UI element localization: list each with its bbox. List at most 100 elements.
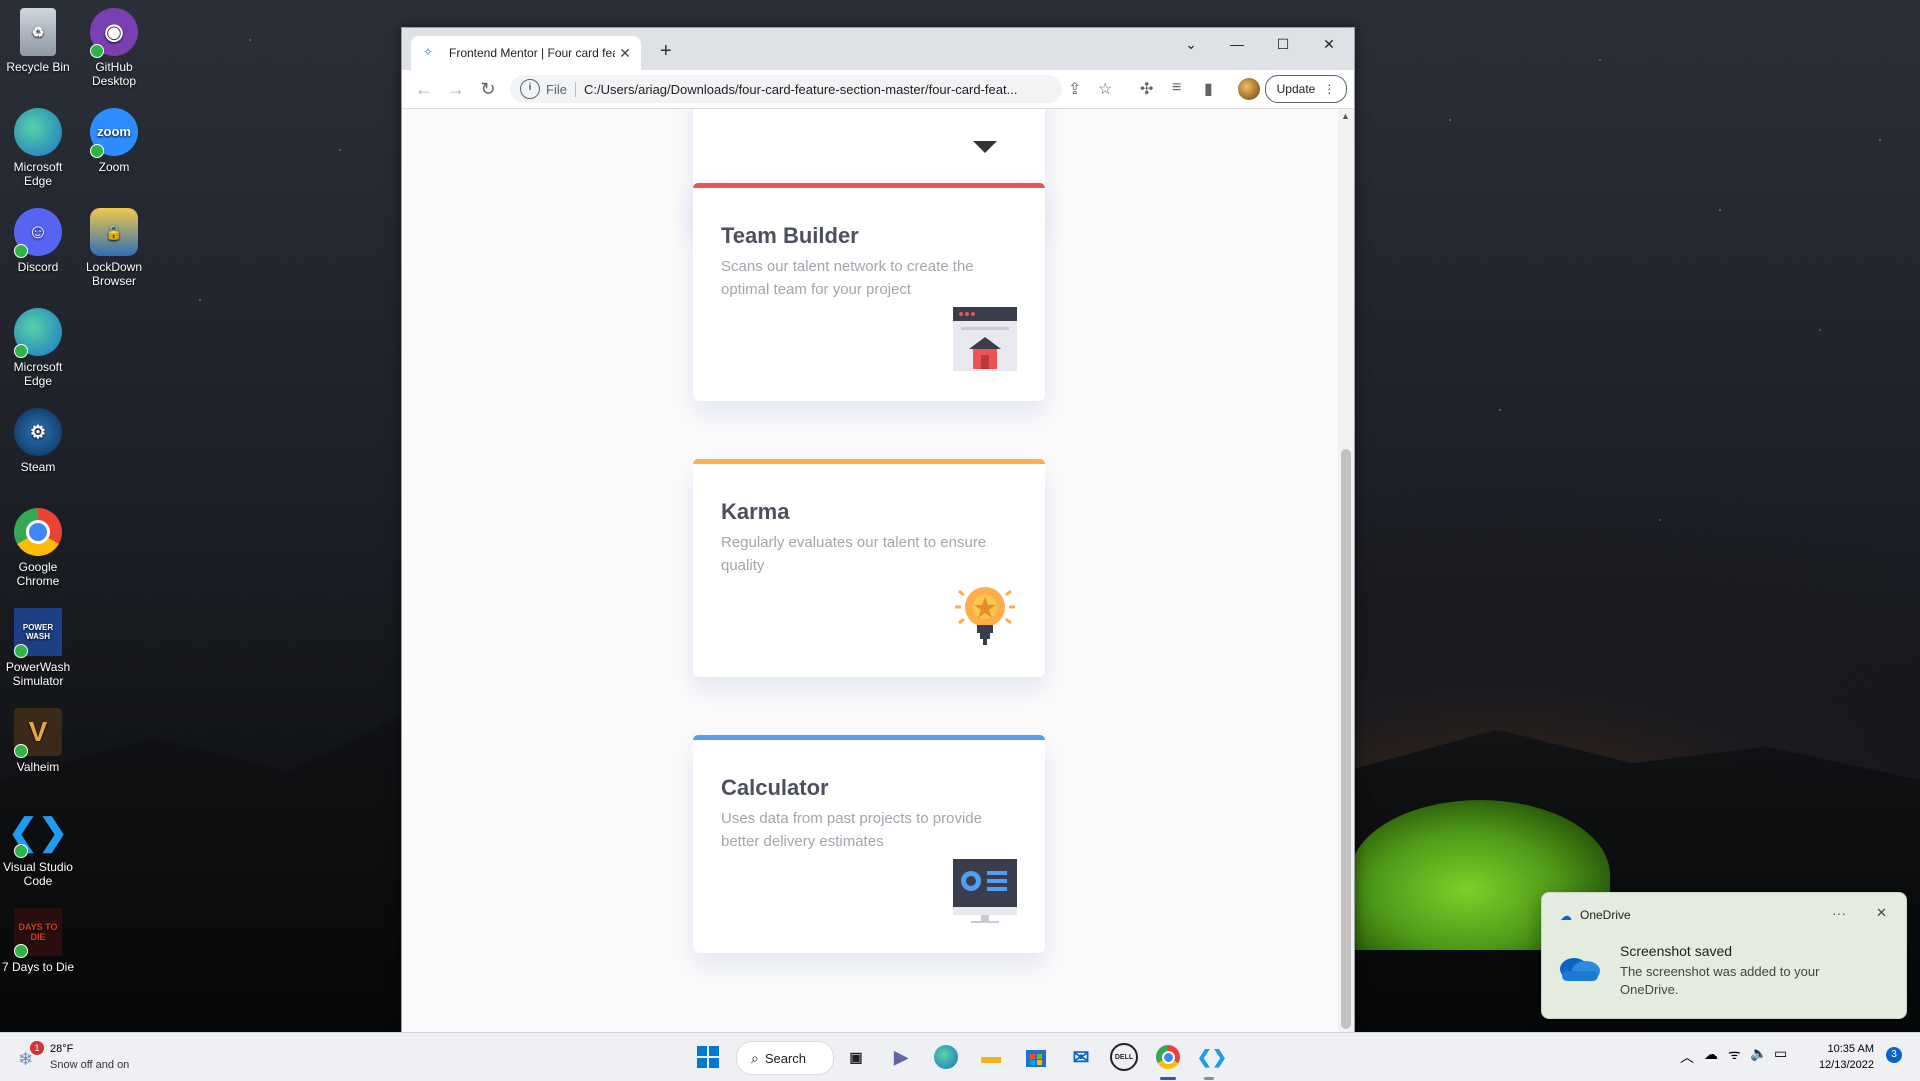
site-info-icon[interactable]: i	[520, 79, 540, 99]
browser-window: ✧ Frontend Mentor | Four card feat ✕ + ⌄…	[401, 27, 1355, 1034]
weather-badge: 1	[30, 1041, 44, 1055]
scrollbar-thumb[interactable]	[1341, 449, 1351, 1029]
feature-card-team-builder: Team Builder Scans our talent network to…	[693, 183, 1045, 401]
wifi-icon[interactable]: ᯤ	[1728, 1045, 1741, 1064]
edge-icon	[14, 108, 62, 156]
puzzle-icon[interactable]: ✣	[1140, 79, 1153, 99]
desktop-icon-label: Microsoft Edge	[13, 160, 63, 188]
onedrive-small-icon: ☁	[1560, 909, 1572, 923]
store-icon[interactable]	[1020, 1041, 1052, 1073]
sync-status-icon	[14, 944, 28, 958]
desktop-icon-zoom[interactable]: zoom Zoom	[76, 108, 152, 174]
dell-icon[interactable]: DELL	[1108, 1041, 1140, 1073]
address-bar[interactable]: i File C:/Users/ariag/Downloads/four-car…	[510, 75, 1062, 103]
media-queue-icon[interactable]: ≡	[1172, 79, 1181, 97]
desktop-icon-7-days-to-die[interactable]: DAYS TO DIE 7 Days to Die	[0, 908, 76, 974]
mail-icon[interactable]: ✉	[1065, 1041, 1097, 1073]
desktop-icon-powerwash-simulator[interactable]: POWER WASH PowerWash Simulator	[0, 608, 76, 688]
update-button[interactable]: Update ⋮	[1265, 75, 1347, 103]
toast-more-button[interactable]: ···	[1832, 905, 1846, 921]
more-menu-icon[interactable]: ⋮	[1323, 82, 1335, 96]
forward-arrow-icon[interactable]: →	[440, 79, 472, 100]
back-arrow-icon[interactable]: ←	[408, 79, 440, 100]
sync-status-icon	[14, 844, 28, 858]
weather-condition: Snow off and on	[50, 1059, 130, 1071]
toast-heading: Screenshot saved	[1620, 943, 1733, 959]
sync-status-icon	[90, 144, 104, 158]
desktop-icon-google-chrome[interactable]: Google Chrome	[0, 508, 76, 588]
desktop-icon-visual-studio-code[interactable]: ❮❯ Visual Studio Code	[0, 808, 76, 889]
team-builder-icon	[953, 307, 1017, 371]
share-icon[interactable]: ⇪	[1068, 79, 1081, 99]
desktop-icon-label: Discord	[17, 260, 59, 274]
desktop-icon-recycle-bin[interactable]: ♻ Recycle Bin	[0, 8, 76, 74]
onedrive-cloud-icon	[1560, 958, 1600, 981]
page-scrollbar[interactable]: ▲	[1338, 109, 1354, 1033]
card-description: Regularly evaluates our talent to ensure…	[721, 534, 987, 574]
chrome-taskbar-icon[interactable]	[1152, 1041, 1184, 1073]
lockdown-browser-icon: 🔒	[90, 208, 138, 256]
feature-card-karma: Karma Regularly evaluates our talent to …	[693, 459, 1045, 677]
desktop-icon-github-desktop[interactable]: ◉ GitHub Desktop	[76, 8, 152, 88]
star-icon[interactable]: ☆	[1098, 79, 1112, 99]
desktop-icon-label: Visual Studio Code	[3, 860, 73, 888]
feature-card-calculator: Calculator Uses data from past projects …	[693, 735, 1045, 953]
edge-icon[interactable]	[930, 1041, 962, 1073]
desktop-icon-valheim[interactable]: V Valheim	[0, 708, 76, 774]
vscode-taskbar-icon[interactable]: ❮❯	[1196, 1041, 1228, 1073]
tab-search-icon[interactable]: ⌄	[1168, 28, 1214, 60]
desktop-icon-microsoft-edge[interactable]: Microsoft Edge	[0, 108, 76, 188]
lightbulb-icon	[955, 587, 1015, 645]
side-panel-icon[interactable]: ▮	[1204, 79, 1213, 99]
battery-icon[interactable]: ▭	[1774, 1045, 1787, 1062]
close-window-button[interactable]: ✕	[1306, 28, 1352, 60]
maximize-button[interactable]: ☐	[1260, 28, 1306, 60]
desktop-icon-label: Microsoft Edge	[13, 360, 63, 388]
chrome-icon	[14, 508, 62, 556]
start-icon[interactable]	[692, 1041, 724, 1073]
taskbar-search[interactable]: ⌕ Search	[736, 1041, 834, 1075]
desktop-icon-label: LockDown Browser	[85, 260, 143, 288]
sync-status-icon	[14, 644, 28, 658]
profile-avatar[interactable]	[1238, 78, 1260, 100]
tab-frontend-mentor[interactable]: ✧ Frontend Mentor | Four card feat ✕	[411, 36, 641, 70]
recycle-bin-icon: ♻	[20, 8, 56, 56]
page-viewport: Team Builder Scans our talent network to…	[402, 109, 1338, 1033]
calculator-icon	[953, 859, 1017, 923]
weather-temp: 28°F	[50, 1043, 74, 1055]
update-label: Update	[1276, 82, 1316, 96]
desktop-icon-steam[interactable]: ⚙ Steam	[0, 408, 76, 474]
desktop-icon-label: Google Chrome	[16, 560, 60, 588]
clock[interactable]: 10:35 AM 12/13/2022	[1810, 1041, 1874, 1073]
desktop-icon-discord[interactable]: ☺ Discord	[0, 208, 76, 274]
minimize-button[interactable]: —	[1214, 28, 1260, 60]
card-accent-bar	[693, 735, 1045, 740]
onedrive-notification[interactable]: ☁ OneDrive ··· ✕ Screenshot saved The sc…	[1541, 892, 1907, 1019]
toast-close-icon[interactable]: ✕	[1876, 905, 1887, 921]
desktop-icon-label: PowerWash Simulator	[5, 660, 71, 688]
card-title: Karma	[721, 499, 790, 524]
sync-status-icon	[14, 344, 28, 358]
steam-icon: ⚙	[14, 408, 62, 456]
desktop-icon-label: Zoom	[98, 160, 130, 174]
card-title: Team Builder	[721, 223, 859, 248]
address-url[interactable]: C:/Users/ariag/Downloads/four-card-featu…	[584, 82, 1062, 97]
onedrive-tray-icon[interactable]: ☁	[1704, 1046, 1718, 1063]
chat-icon[interactable]: ▶	[885, 1041, 917, 1073]
card-title: Calculator	[721, 775, 829, 800]
file-explorer-icon[interactable]: ▬	[975, 1041, 1007, 1073]
volume-icon[interactable]: 🔈	[1750, 1045, 1767, 1062]
desktop-icon-microsoft-edge-2[interactable]: Microsoft Edge	[0, 308, 76, 388]
desktop-icon-lockdown-browser[interactable]: 🔒 LockDown Browser	[76, 208, 152, 288]
desktop-icon-label: Valheim	[16, 760, 60, 774]
reload-icon[interactable]: ↻	[472, 79, 504, 100]
notification-badge[interactable]: 3	[1886, 1047, 1902, 1063]
sync-status-icon	[90, 44, 104, 58]
new-tab-button[interactable]: +	[660, 40, 672, 63]
close-tab-icon[interactable]: ✕	[615, 45, 635, 62]
card-accent-bar	[693, 459, 1045, 464]
scroll-up-icon[interactable]: ▲	[1341, 111, 1350, 121]
dell-label: DELL	[1110, 1043, 1138, 1071]
show-hidden-icons-icon[interactable]: ︿	[1680, 1047, 1694, 1067]
task-view-icon[interactable]: ▣	[840, 1041, 872, 1073]
